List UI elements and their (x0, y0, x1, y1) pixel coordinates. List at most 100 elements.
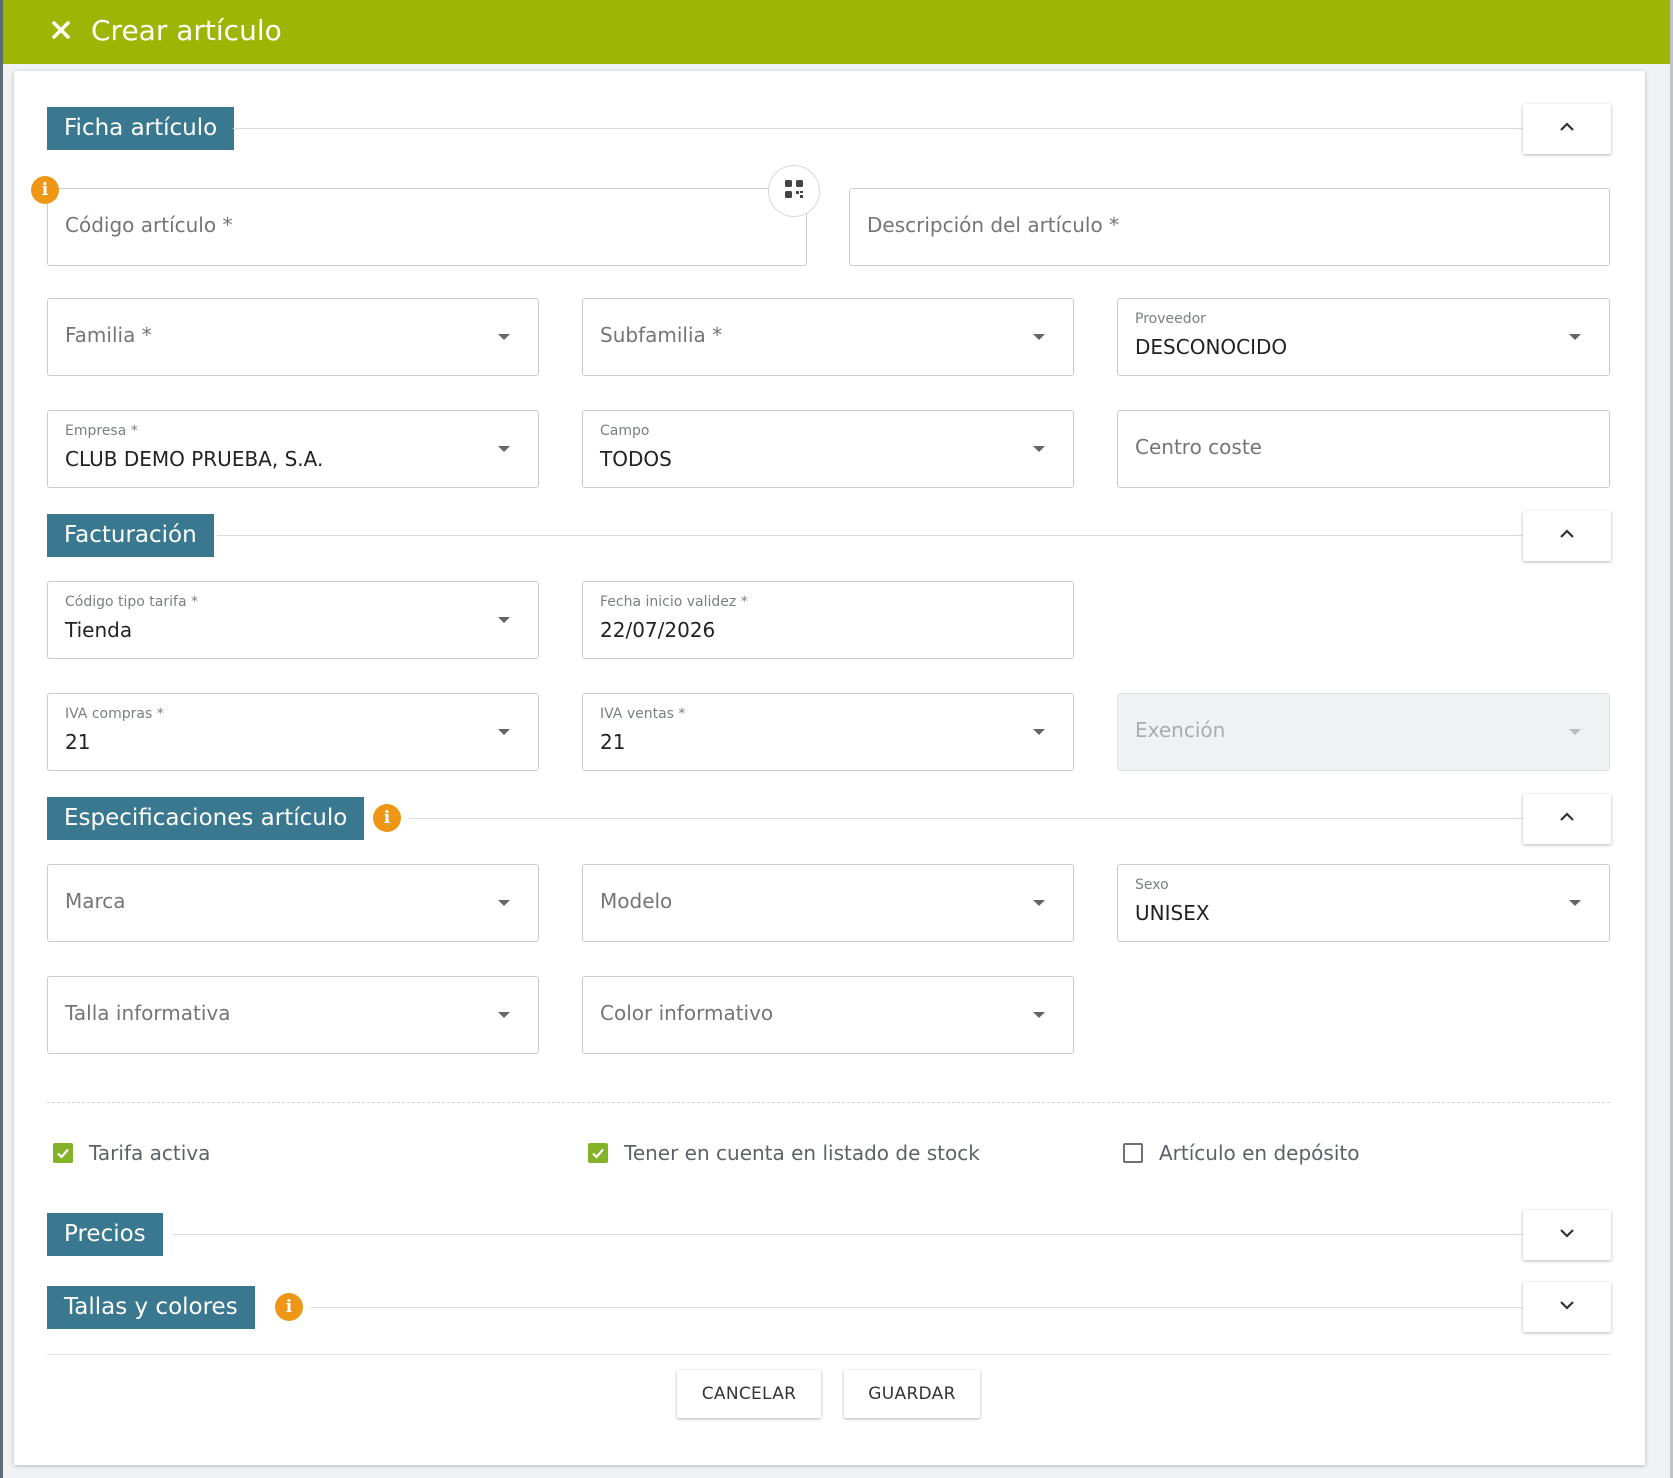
close-icon[interactable] (45, 14, 77, 46)
cancel-button[interactable]: CANCELAR (677, 1370, 821, 1418)
dashed-divider (47, 1102, 1610, 1103)
subfamilia-placeholder: Subfamilia * (600, 323, 723, 347)
empresa-value: CLUB DEMO PRUEBA, S.A. (65, 447, 324, 471)
exencion-placeholder: Exención (1135, 718, 1226, 742)
sexo-select[interactable]: Sexo UNISEX (1117, 864, 1610, 942)
centro-coste-placeholder: Centro coste (1135, 435, 1262, 459)
chevron-up-icon (1556, 116, 1578, 142)
info-icon[interactable]: i (373, 804, 401, 832)
form-panel: Ficha artículo Código artículo * i Descr… (14, 71, 1645, 1465)
articulo-deposito-label: Artículo en depósito (1159, 1141, 1360, 1165)
caret-down-icon (498, 1012, 510, 1018)
dialog-header: Crear artículo (3, 0, 1670, 64)
talla-informativa-placeholder: Talla informativa (65, 1001, 231, 1025)
fecha-inicio-validez-label: Fecha inicio validez * (600, 594, 748, 610)
listado-stock-option[interactable]: Tener en cuenta en listado de stock (588, 1141, 980, 1165)
articulo-deposito-option[interactable]: Artículo en depósito (1123, 1141, 1359, 1165)
collapse-facturacion-button[interactable] (1523, 511, 1611, 561)
caret-down-icon (1569, 729, 1581, 735)
proveedor-value: DESCONOCIDO (1135, 335, 1288, 359)
centro-coste-input[interactable]: Centro coste (1117, 410, 1610, 488)
caret-down-icon (498, 900, 510, 906)
color-informativo-select[interactable]: Color informativo (582, 976, 1074, 1054)
descripcion-articulo-input[interactable]: Descripción del artículo * (849, 188, 1610, 266)
iva-ventas-select[interactable]: IVA ventas * 21 (582, 693, 1074, 771)
codigo-articulo-placeholder: Código artículo * (65, 213, 233, 237)
empresa-label: Empresa * (65, 423, 138, 439)
modelo-select[interactable]: Modelo (582, 864, 1074, 942)
info-icon[interactable]: i (31, 176, 59, 204)
caret-down-icon (1033, 1012, 1045, 1018)
section-tallas-colores: Tallas y colores (47, 1286, 255, 1329)
caret-down-icon (1033, 900, 1045, 906)
caret-down-icon (1033, 334, 1045, 340)
collapse-especificaciones-button[interactable] (1523, 794, 1611, 844)
iva-compras-value: 21 (65, 730, 91, 754)
articulo-deposito-checkbox[interactable] (1123, 1143, 1143, 1163)
descripcion-placeholder: Descripción del artículo * (867, 213, 1120, 237)
empresa-select[interactable]: Empresa * CLUB DEMO PRUEBA, S.A. (47, 410, 539, 488)
section-divider (409, 818, 1525, 819)
checkmark-icon (592, 1148, 604, 1159)
familia-select[interactable]: Familia * (47, 298, 539, 376)
section-divider (217, 535, 1525, 536)
info-icon[interactable]: i (275, 1293, 303, 1321)
caret-down-icon (498, 729, 510, 735)
section-divider (311, 1307, 1525, 1308)
campo-select[interactable]: Campo TODOS (582, 410, 1074, 488)
codigo-articulo-input[interactable]: Código artículo * (47, 188, 807, 266)
section-divider (173, 1234, 1525, 1235)
campo-label: Campo (600, 423, 650, 439)
chevron-down-icon (1556, 1294, 1578, 1320)
proveedor-label: Proveedor (1135, 311, 1206, 327)
footer-divider (47, 1354, 1610, 1355)
qr-code-button[interactable] (768, 165, 820, 217)
tarifa-activa-checkbox[interactable] (53, 1143, 73, 1163)
listado-stock-label: Tener en cuenta en listado de stock (624, 1141, 980, 1165)
caret-down-icon (1033, 446, 1045, 452)
section-precios: Precios (47, 1213, 163, 1256)
sexo-label: Sexo (1135, 877, 1169, 893)
sexo-value: UNISEX (1135, 901, 1210, 925)
marca-select[interactable]: Marca (47, 864, 539, 942)
tarifa-activa-option[interactable]: Tarifa activa (53, 1141, 210, 1165)
left-window-edge (0, 0, 3, 1478)
modelo-placeholder: Modelo (600, 889, 673, 913)
talla-informativa-select[interactable]: Talla informativa (47, 976, 539, 1054)
checkmark-icon (57, 1148, 69, 1159)
section-divider (233, 128, 1525, 129)
expand-precios-button[interactable] (1523, 1210, 1611, 1260)
save-button[interactable]: GUARDAR (844, 1370, 980, 1418)
caret-down-icon (1569, 900, 1581, 906)
fecha-inicio-validez-input[interactable]: Fecha inicio validez * 22/07/2026 (582, 581, 1074, 659)
caret-down-icon (1569, 334, 1581, 340)
collapse-ficha-button[interactable] (1523, 104, 1611, 154)
exencion-select: Exención (1117, 693, 1610, 771)
listado-stock-checkbox[interactable] (588, 1143, 608, 1163)
subfamilia-select[interactable]: Subfamilia * (582, 298, 1074, 376)
codigo-tipo-tarifa-value: Tienda (65, 618, 133, 642)
caret-down-icon (498, 334, 510, 340)
color-informativo-placeholder: Color informativo (600, 1001, 774, 1025)
proveedor-select[interactable]: Proveedor DESCONOCIDO (1117, 298, 1610, 376)
tarifa-activa-label: Tarifa activa (89, 1141, 211, 1165)
expand-tallas-colores-button[interactable] (1523, 1282, 1611, 1332)
fecha-inicio-validez-value: 22/07/2026 (600, 618, 716, 642)
codigo-tipo-tarifa-select[interactable]: Código tipo tarifa * Tienda (47, 581, 539, 659)
chevron-down-icon (1556, 1222, 1578, 1248)
iva-compras-select[interactable]: IVA compras * 21 (47, 693, 539, 771)
chevron-up-icon (1556, 523, 1578, 549)
section-ficha-articulo: Ficha artículo (47, 107, 235, 150)
campo-value: TODOS (600, 447, 672, 471)
section-especificaciones: Especificaciones artículo (47, 797, 365, 840)
section-facturacion: Facturación (47, 514, 214, 557)
marca-placeholder: Marca (65, 889, 126, 913)
caret-down-icon (1033, 729, 1045, 735)
qr-code-icon (783, 178, 805, 204)
chevron-up-icon (1556, 806, 1578, 832)
familia-placeholder: Familia * (65, 323, 152, 347)
codigo-tipo-tarifa-label: Código tipo tarifa * (65, 594, 198, 610)
iva-ventas-value: 21 (600, 730, 626, 754)
caret-down-icon (498, 446, 510, 452)
dialog-title: Crear artículo (91, 14, 282, 47)
